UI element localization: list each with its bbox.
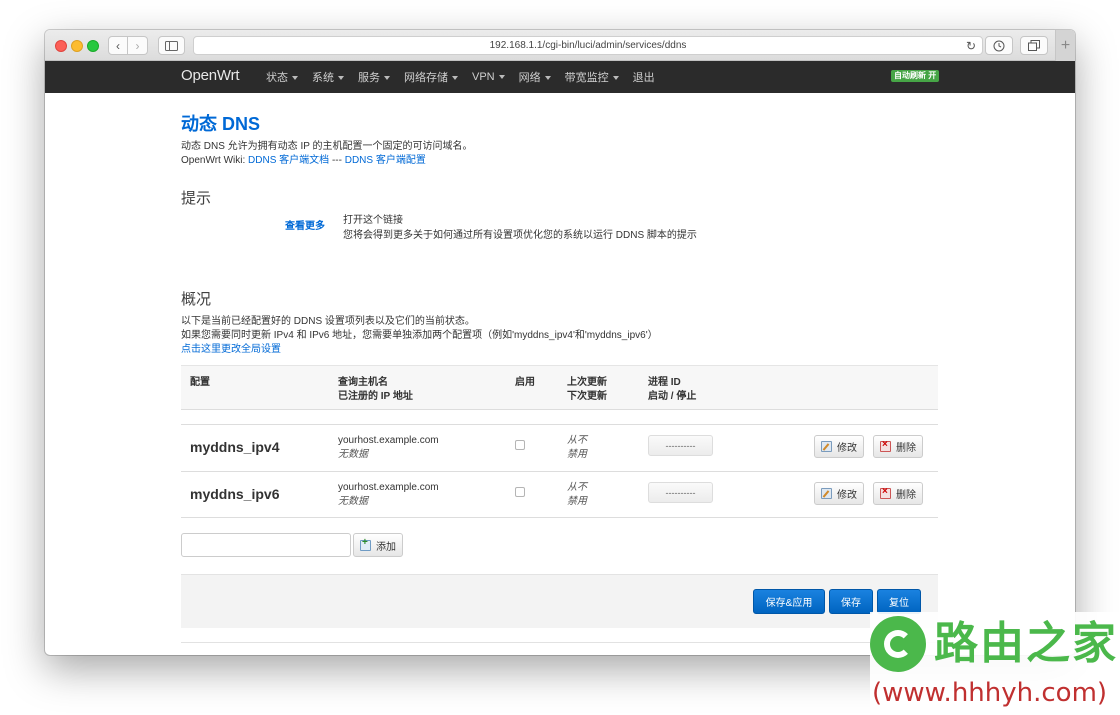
save-apply-button[interactable]: 保存&应用 bbox=[753, 589, 825, 614]
caret-down-icon bbox=[338, 76, 344, 81]
close-window-button[interactable] bbox=[55, 40, 67, 52]
caret-down-icon bbox=[498, 75, 505, 80]
clock-icon bbox=[993, 40, 1005, 51]
sidebar-toggle-button[interactable] bbox=[158, 36, 185, 55]
maximize-window-button[interactable] bbox=[87, 40, 99, 52]
browser-window: ‹ › 192.168.1.1/cgi-bin/luci/admin/servi… bbox=[45, 30, 1075, 655]
hint-line1: 打开这个链接 bbox=[343, 215, 403, 226]
delete-icon bbox=[880, 486, 891, 499]
action-bar: 保存&应用 保存 复位 bbox=[181, 574, 938, 628]
update-cell: 从不 禁用 bbox=[567, 435, 587, 460]
table-row: myddns_ipv4 yourhost.example.com 无数据 从不 禁用… bbox=[181, 424, 938, 471]
overview-description: 以下是当前已经配置好的 DDNS 设置项列表以及它们的当前状态。 如果您需要同时… bbox=[181, 315, 658, 357]
hints-title: 提示 bbox=[181, 190, 212, 207]
add-button[interactable]: 添加 bbox=[353, 533, 403, 557]
new-config-name-input[interactable] bbox=[181, 533, 351, 557]
auto-refresh-badge[interactable]: 自动刷新 开 bbox=[891, 70, 940, 82]
overview-line2: 如果您需要同时更新 IPv4 和 IPv6 地址，您需要单独添加两个配置项（例如… bbox=[181, 330, 658, 341]
menu-services[interactable]: 服务 bbox=[358, 69, 390, 85]
caret-down-icon bbox=[612, 76, 619, 81]
top-navbar: OpenWrt 状态 系统 服务 网络存储 VPN 网络 带宽监控 退出 自动刷… bbox=[45, 61, 1075, 93]
ddns-config-link[interactable]: DDNS 客户端配置 bbox=[345, 155, 426, 166]
page-description: 动态 DNS 允许为拥有动态 IP 的主机配置一个固定的可访问域名。 OpenW… bbox=[181, 140, 938, 168]
global-settings-link[interactable]: 点击这里更改全局设置 bbox=[181, 344, 281, 355]
menu-logout[interactable]: 退出 bbox=[633, 69, 655, 85]
enabled-checkbox[interactable] bbox=[515, 440, 525, 450]
table-header: 配置 查询主机名 已注册的 IP 地址 启用 上次更新 下次更新 进程 ID 启动 /… bbox=[181, 365, 938, 410]
address-bar[interactable]: 192.168.1.1/cgi-bin/luci/admin/services/… bbox=[193, 36, 983, 55]
tabs-icon bbox=[1028, 40, 1040, 51]
table-row: myddns_ipv6 yourhost.example.com 无数据 从不 禁用… bbox=[181, 471, 938, 518]
ddns-table: 配置 查询主机名 已注册的 IP 地址 启用 上次更新 下次更新 进程 ID 启动 /… bbox=[181, 365, 938, 518]
delete-button[interactable]: 删除 bbox=[873, 435, 923, 458]
tabs-overview-button[interactable] bbox=[1020, 36, 1048, 55]
col-host: 查询主机名 已注册的 IP 地址 bbox=[338, 377, 413, 402]
start-stop-button[interactable]: ---------- bbox=[648, 482, 713, 503]
menu-nas[interactable]: 网络存储 bbox=[404, 69, 458, 85]
new-tab-button[interactable]: + bbox=[1055, 30, 1075, 61]
caret-down-icon bbox=[384, 76, 390, 81]
edit-button[interactable]: 修改 bbox=[814, 482, 864, 505]
wiki-separator: --- bbox=[329, 155, 345, 166]
desc-line: 动态 DNS 允许为拥有动态 IP 的主机配置一个固定的可访问域名。 bbox=[181, 141, 473, 152]
brand-logo[interactable]: OpenWrt bbox=[181, 67, 240, 84]
overview-line1: 以下是当前已经配置好的 DDNS 设置项列表以及它们的当前状态。 bbox=[181, 316, 475, 327]
ddns-doc-link[interactable]: DDNS 客户端文档 bbox=[248, 155, 329, 166]
host-cell: yourhost.example.com 无数据 bbox=[338, 482, 439, 507]
config-name: myddns_ipv4 bbox=[190, 439, 280, 455]
menu-system[interactable]: 系统 bbox=[312, 69, 344, 85]
overview-title: 概况 bbox=[181, 291, 212, 308]
hint-line2: 您将会得到更多关于如何通过所有设置项优化您的系统以运行 DDNS 脚本的提示 bbox=[343, 230, 697, 241]
url-text: 192.168.1.1/cgi-bin/luci/admin/services/… bbox=[489, 40, 687, 51]
host-cell: yourhost.example.com 无数据 bbox=[338, 435, 439, 460]
col-enabled: 启用 bbox=[515, 377, 535, 388]
chevron-left-icon: ‹ bbox=[116, 38, 120, 53]
chevron-right-icon: › bbox=[135, 38, 140, 53]
main-menu: 状态 系统 服务 网络存储 VPN 网络 带宽监控 退出 bbox=[266, 61, 669, 93]
wiki-prefix: OpenWrt Wiki: bbox=[181, 155, 249, 166]
caret-down-icon bbox=[544, 76, 551, 81]
wiki-line: OpenWrt Wiki: DDNS 客户端文档 --- DDNS 客户端配置 bbox=[181, 154, 938, 168]
update-cell: 从不 禁用 bbox=[567, 482, 587, 507]
menu-network[interactable]: 网络 bbox=[519, 69, 551, 85]
edit-icon bbox=[821, 488, 832, 499]
page-header: 动态 DNS 动态 DNS 允许为拥有动态 IP 的主机配置一个固定的可访问域名… bbox=[181, 110, 938, 168]
delete-button[interactable]: 删除 bbox=[873, 482, 923, 505]
enabled-checkbox[interactable] bbox=[515, 487, 525, 497]
browser-titlebar: ‹ › 192.168.1.1/cgi-bin/luci/admin/servi… bbox=[45, 30, 1075, 61]
history-button[interactable] bbox=[985, 36, 1013, 55]
watermark-title: 路由之家 bbox=[934, 618, 1118, 669]
reload-icon[interactable]: ↻ bbox=[966, 39, 976, 53]
minimize-window-button[interactable] bbox=[71, 40, 83, 52]
save-button[interactable]: 保存 bbox=[829, 589, 873, 614]
caret-down-icon bbox=[452, 76, 458, 81]
watermark-logo-icon bbox=[870, 616, 926, 672]
sidebar-icon bbox=[165, 40, 178, 51]
reset-button[interactable]: 复位 bbox=[877, 589, 921, 614]
col-config: 配置 bbox=[190, 377, 210, 388]
forward-button[interactable]: › bbox=[128, 36, 148, 55]
start-stop-button[interactable]: ---------- bbox=[648, 435, 713, 456]
watermark: 路由之家 (www.hhhyh.com) bbox=[870, 612, 1120, 715]
show-more-link[interactable]: 查看更多 bbox=[285, 217, 325, 232]
edit-icon bbox=[821, 441, 832, 452]
caret-down-icon bbox=[292, 76, 298, 81]
back-button[interactable]: ‹ bbox=[108, 36, 128, 55]
add-icon bbox=[360, 537, 371, 551]
watermark-url: (www.hhhyh.com) bbox=[872, 678, 1108, 708]
menu-status[interactable]: 状态 bbox=[266, 69, 298, 85]
page-title: 动态 DNS bbox=[181, 114, 261, 134]
config-name: myddns_ipv6 bbox=[190, 486, 280, 502]
footer-divider bbox=[181, 642, 938, 643]
menu-bandwidth[interactable]: 带宽监控 bbox=[565, 69, 619, 85]
col-update: 上次更新 下次更新 bbox=[567, 377, 607, 402]
delete-icon bbox=[880, 439, 891, 452]
edit-button[interactable]: 修改 bbox=[814, 435, 864, 458]
col-pid: 进程 ID 启动 / 停止 bbox=[648, 377, 697, 402]
hint-text: 打开这个链接 您将会得到更多关于如何通过所有设置项优化您的系统以运行 DDNS … bbox=[343, 213, 697, 243]
menu-vpn[interactable]: VPN bbox=[472, 71, 505, 83]
